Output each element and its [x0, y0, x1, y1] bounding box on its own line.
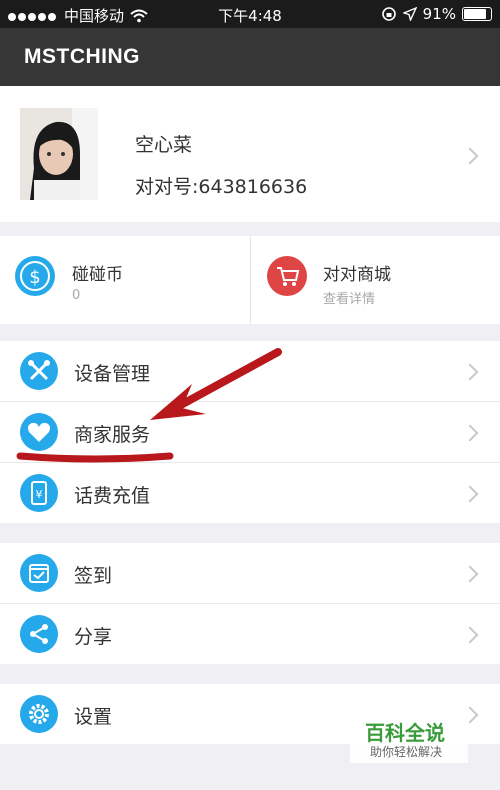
heart-icon [20, 413, 58, 451]
shopping-cart-icon [267, 256, 307, 296]
tools-icon [20, 352, 58, 390]
watermark-subtitle: 助你轻松解决 [370, 745, 443, 759]
profile-name: 空心菜 [135, 134, 193, 156]
chevron-right-icon [461, 147, 479, 165]
menu-item-label: 话费充值 [74, 485, 151, 507]
avatar[interactable] [20, 108, 98, 200]
coins-value: 0 [72, 288, 81, 303]
app-title: MSTCHING [24, 45, 140, 68]
chevron-right-icon [461, 485, 479, 503]
profile-id: 对对号:643816636 [135, 176, 308, 198]
battery-percent: 91% [422, 5, 456, 23]
menu-item-merchant-services[interactable]: 商家服务 [0, 402, 500, 463]
coins-title: 碰碰币 [72, 265, 123, 285]
chevron-right-icon [461, 626, 479, 644]
menu-item-label: 设置 [74, 706, 113, 728]
menu-item-share[interactable]: 分享 [0, 604, 500, 664]
menu-item-device-management[interactable]: 设备管理 [0, 341, 500, 402]
menu-item-label: 分享 [74, 626, 113, 648]
gear-icon [20, 695, 58, 733]
menu-item-check-in[interactable]: 签到 [0, 543, 500, 604]
battery-icon [462, 7, 492, 21]
svg-text:$: $ [29, 267, 40, 288]
calendar-check-icon [20, 554, 58, 592]
location-icon [402, 7, 417, 21]
status-bar: 中国移动 下午4:48 91% [0, 0, 500, 28]
menu-group-services: 设备管理 商家服务 ¥ 话费充值 [0, 341, 500, 523]
chevron-right-icon [461, 363, 479, 381]
menu-item-label: 商家服务 [74, 424, 151, 446]
menu-item-label: 设备管理 [74, 363, 151, 385]
mall-subtitle: 查看详情 [323, 292, 376, 307]
app-header: MSTCHING [0, 28, 500, 86]
menu-group-social: 签到 分享 [0, 543, 500, 664]
watermark-title: 百科全说 [365, 721, 445, 745]
share-icon [20, 615, 58, 653]
phone-yuan-icon: ¥ [20, 474, 58, 512]
mall-card[interactable]: 对对商城 查看详情 [250, 236, 500, 324]
menu-item-label: 签到 [74, 565, 113, 587]
menu-item-phone-recharge[interactable]: ¥ 话费充值 [0, 463, 500, 523]
profile-card[interactable]: 空心菜 对对号:643816636 [0, 86, 500, 222]
coins-card[interactable]: $ 碰碰币 0 [0, 236, 249, 324]
chevron-right-icon [461, 424, 479, 442]
clock: 下午4:48 [218, 7, 282, 25]
watermark: 百科全说 助你轻松解决 [350, 715, 468, 763]
chevron-right-icon [461, 565, 479, 583]
rotation-lock-icon [381, 7, 396, 21]
dollar-icon: $ [15, 256, 55, 296]
mall-title: 对对商城 [323, 265, 391, 285]
svg-text:¥: ¥ [36, 488, 43, 501]
wallet-shop-row: $ 碰碰币 0 对对商城 查看详情 [0, 236, 500, 324]
